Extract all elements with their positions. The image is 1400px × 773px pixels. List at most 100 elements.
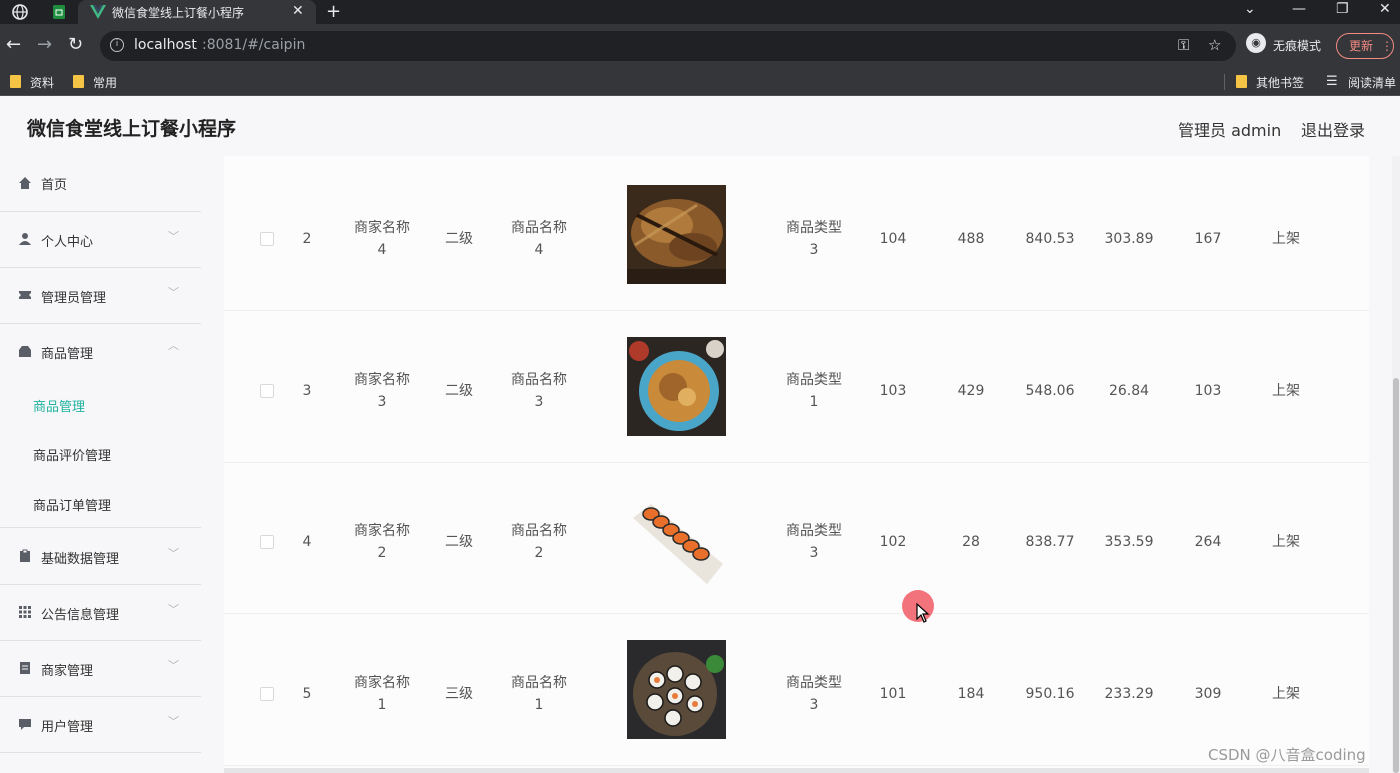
update-button[interactable]: 更新 ⋮: [1336, 33, 1394, 59]
chevron-down-icon: ﹀: [168, 715, 179, 728]
active-tab[interactable]: 微信食堂线上订餐小程序 ✕: [78, 0, 316, 24]
sub-item-product-orders[interactable]: 商品订单管理: [33, 495, 111, 514]
product-number: 4: [534, 242, 544, 258]
shop-icon: [19, 346, 31, 357]
main-content: 2 商家名称 4 二级 商品名称 4 商品类型 3 104 488 840.53 30…: [201, 156, 1400, 773]
sidebar-item-notices[interactable]: 公告信息管理 ﹀: [0, 585, 201, 641]
cell-value: 429: [957, 383, 985, 399]
sidebar-item-home[interactable]: 首页: [0, 156, 201, 212]
restore-icon[interactable]: ❐: [1336, 1, 1349, 17]
cell-value: 28: [962, 534, 980, 550]
sidebar-item-basic-data[interactable]: 基础数据管理 ﹀: [0, 529, 201, 585]
sidebar-item-label: 用户管理: [41, 720, 94, 735]
other-bookmarks[interactable]: 其他书签: [1256, 74, 1304, 91]
product-table: 2 商家名称 4 二级 商品名称 4 商品类型 3 104 488 840.53 30…: [224, 156, 1369, 773]
incognito-icon[interactable]: ◉: [1246, 33, 1266, 53]
horizontal-scrollbar[interactable]: [224, 768, 1369, 773]
cell-value: 950.16: [1025, 686, 1075, 702]
product-label: 商品名称: [511, 523, 567, 539]
bookmark-folder[interactable]: 资料: [30, 74, 54, 91]
merchant-label: 商家名称: [354, 675, 410, 691]
table-row: 3 商家名称 3 二级 商品名称 3 商品类型 1 103 429 548.06 26…: [224, 312, 1369, 463]
reload-icon[interactable]: ↻: [68, 35, 83, 55]
logout-link[interactable]: 退出登录: [1301, 117, 1365, 141]
product-image[interactable]: [627, 337, 726, 436]
sidebar-item-merchants[interactable]: 商家管理 ﹀: [0, 641, 201, 697]
cell-value: 548.06: [1025, 383, 1075, 399]
noodle-bowl-image: [627, 337, 726, 436]
table-row: 5 商家名称 1 三级 商品名称 1 商品类型 3 101 184 950.16…: [224, 615, 1369, 766]
reading-list[interactable]: 阅读清单: [1348, 74, 1396, 91]
row-checkbox[interactable]: [260, 535, 274, 549]
window-close-icon[interactable]: ✕: [1379, 1, 1391, 17]
folder-icon: [1236, 75, 1247, 88]
chat-icon: [19, 719, 31, 730]
document-icon: [20, 662, 30, 674]
cell-level: 三级: [445, 686, 473, 702]
sidebar-item-users[interactable]: 用户管理 ﹀: [0, 697, 201, 753]
cell-value: 103: [879, 383, 907, 399]
sushi-roll-image: [627, 490, 726, 589]
bookmark-folder[interactable]: 常用: [93, 74, 117, 91]
type-label: 商品类型: [786, 220, 842, 236]
vue-logo-icon: [90, 5, 106, 19]
star-icon[interactable]: ☆: [1208, 36, 1221, 54]
chevron-down-icon: ﹀: [168, 230, 179, 243]
sidebar-item-label: 商家管理: [41, 664, 94, 679]
app-title: 微信食堂线上订餐小程序: [27, 118, 237, 140]
row-checkbox[interactable]: [260, 384, 274, 398]
key-icon[interactable]: ⚿: [1178, 36, 1189, 54]
grilled-meat-image: [627, 185, 726, 284]
chevron-down-icon: ﹀: [168, 547, 179, 560]
product-image[interactable]: [627, 640, 726, 739]
type-label: 商品类型: [786, 675, 842, 691]
vertical-scrollbar-thumb[interactable]: [1393, 378, 1399, 773]
address-bar[interactable]: i localhost :8081/#/caipin ⚿ ☆: [100, 31, 1236, 61]
home-icon: [19, 177, 31, 189]
url-path: :8081/#/caipin: [202, 37, 306, 53]
cell-level: 二级: [445, 231, 473, 247]
cell-status: 上架: [1272, 231, 1300, 247]
cell-index: 3: [302, 383, 312, 399]
row-checkbox[interactable]: [260, 232, 274, 246]
current-user: 管理员 admin: [1178, 121, 1282, 140]
table-row: 4 商家名称 2 二级 商品名称 2 商品类型 3 102 28 838.77 …: [224, 463, 1369, 614]
tab-title: 微信食堂线上订餐小程序: [112, 6, 245, 20]
cell-product: 商品名称 4: [499, 217, 579, 261]
globe-icon[interactable]: [11, 3, 29, 21]
sub-item-product-reviews[interactable]: 商品评价管理: [33, 445, 111, 464]
row-checkbox[interactable]: [260, 687, 274, 701]
cell-index: 5: [302, 686, 312, 702]
cell-product: 商品名称 1: [499, 672, 579, 716]
site-info-icon[interactable]: i: [110, 38, 124, 52]
update-label: 更新: [1349, 39, 1374, 53]
cell-status: 上架: [1272, 534, 1300, 550]
sheet-tab-icon[interactable]: [50, 3, 68, 21]
sidebar-item-profile[interactable]: 个人中心 ﹀: [0, 212, 201, 268]
clipboard-icon: [20, 549, 30, 562]
cell-merchant: 商家名称 1: [342, 672, 422, 716]
type-number: 3: [809, 242, 819, 258]
product-image[interactable]: [627, 490, 726, 589]
new-tab-icon[interactable]: +: [326, 1, 341, 22]
app-header: 微信食堂线上订餐小程序 管理员 admin 退出登录: [0, 96, 1400, 156]
tab-search-chevron-icon[interactable]: ⌄: [1244, 1, 1256, 17]
sidebar-item-products[interactable]: 商品管理 ︿ 商品管理 商品评价管理 商品订单管理: [0, 324, 201, 528]
forward-icon[interactable]: →: [37, 35, 52, 55]
product-image[interactable]: [627, 185, 726, 284]
bookmark-separator: [1224, 74, 1225, 90]
minimize-icon[interactable]: —: [1292, 1, 1306, 17]
tab-close-icon[interactable]: ✕: [292, 3, 304, 19]
merchant-label: 商家名称: [354, 523, 410, 539]
kebab-menu-icon[interactable]: ⋮: [1381, 39, 1393, 53]
cell-value: 233.29: [1104, 686, 1154, 702]
sidebar-item-admins[interactable]: 管理员管理 ﹀: [0, 268, 201, 324]
product-label: 商品名称: [511, 675, 567, 691]
sub-item-product-management[interactable]: 商品管理: [33, 396, 85, 415]
back-icon[interactable]: ←: [6, 35, 21, 55]
merchant-number: 3: [377, 394, 387, 410]
chevron-down-icon: ﹀: [168, 603, 179, 616]
cell-value: 101: [879, 686, 907, 702]
product-number: 2: [534, 545, 544, 561]
watermark: CSDN @八音盒coding: [1208, 746, 1366, 764]
